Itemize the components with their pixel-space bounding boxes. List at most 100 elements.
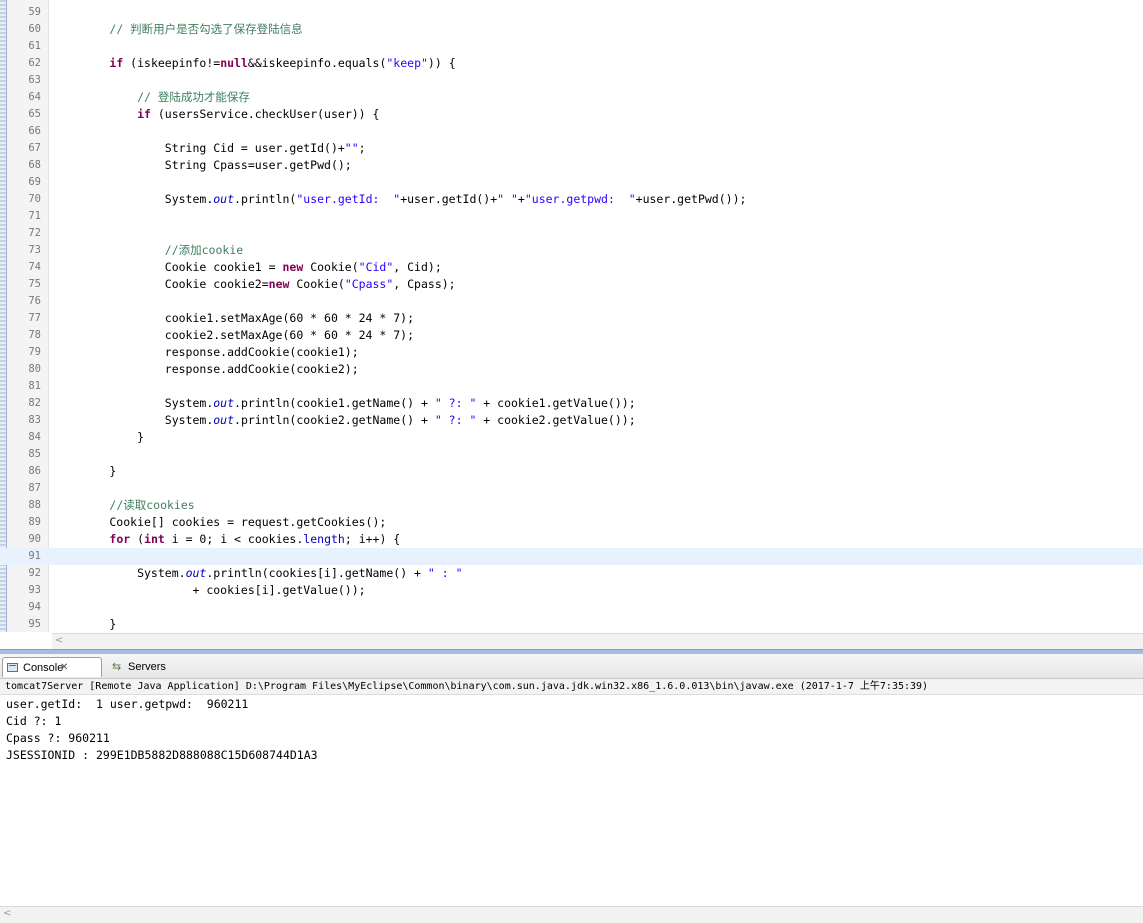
code-token: System. — [54, 192, 214, 206]
code-token-kw: if — [137, 107, 151, 121]
code-token-str: " : " — [427, 566, 463, 580]
code-text: Cookie cookie1 = new Cookie("Cid", Cid); — [54, 259, 442, 276]
code-line[interactable]: 80 response.addCookie(cookie2); — [0, 361, 1143, 378]
code-line[interactable]: 71 — [0, 208, 1143, 225]
code-token-kw: new — [268, 277, 290, 291]
code-text: //添加cookie — [54, 242, 243, 259]
code-line[interactable]: 90 for (int i = 0; i < cookies.length; i… — [0, 531, 1143, 548]
code-line[interactable]: 73 //添加cookie — [0, 242, 1143, 259]
code-line[interactable]: 78 cookie2.setMaxAge(60 * 60 * 24 * 7); — [0, 327, 1143, 344]
line-number: 79 — [28, 346, 41, 358]
close-icon[interactable]: ✕ — [60, 658, 68, 678]
code-line[interactable]: 62 if (iskeepinfo!=null&&iskeepinfo.equa… — [0, 55, 1143, 72]
line-number: 78 — [28, 329, 41, 341]
code-token: ; — [358, 141, 366, 155]
tab-servers[interactable]: ⇆ Servers — [108, 657, 174, 677]
code-token: String Cid = user.getId()+ — [54, 141, 345, 155]
code-token: , Cpass); — [393, 277, 456, 291]
code-token: Cookie( — [303, 260, 359, 274]
code-text: + cookies[i].getValue()); — [54, 582, 365, 599]
code-line[interactable]: 84 } — [0, 429, 1143, 446]
code-text: String Cid = user.getId()+""; — [54, 140, 366, 157]
code-text: } — [54, 429, 144, 446]
code-line[interactable]: 76 — [0, 293, 1143, 310]
code-line-current[interactable]: 91 — [0, 548, 1143, 565]
code-token: } — [54, 464, 117, 478]
line-number: 64 — [28, 91, 41, 103]
code-text: // 判断用户是否勾选了保存登陆信息 — [54, 21, 302, 38]
code-token-str: "Cid" — [358, 260, 394, 274]
code-line[interactable]: 66 — [0, 123, 1143, 140]
line-number: 92 — [28, 567, 41, 579]
scroll-left-arrow-icon[interactable]: < — [3, 908, 11, 919]
code-line[interactable]: 63 — [0, 72, 1143, 89]
tab-console[interactable]: Console ✕ — [2, 657, 102, 677]
line-number: 87 — [28, 482, 41, 494]
code-editor[interactable]: 59 60 // 判断用户是否勾选了保存登陆信息 61 62 if (iskeepin… — [0, 0, 1143, 632]
code-line[interactable]: 65 if (usersService.checkUser(user)) { — [0, 106, 1143, 123]
code-line[interactable]: 93 + cookies[i].getValue()); — [0, 582, 1143, 599]
code-token-st: out — [213, 396, 235, 410]
code-line[interactable]: 89 Cookie[] cookies = request.getCookies… — [0, 514, 1143, 531]
console-horizontal-scrollbar[interactable]: < — [0, 906, 1143, 923]
scroll-left-arrow-icon[interactable]: < — [55, 635, 63, 646]
code-token: + cookie2.getValue()); — [476, 413, 636, 427]
console-output[interactable]: user.getId: 1 user.getpwd: 960211 Cid ?: … — [0, 696, 1143, 904]
tab-servers-label: Servers — [128, 661, 166, 673]
code-token-fld: length — [303, 532, 345, 546]
line-number: 77 — [28, 312, 41, 324]
line-number: 59 — [28, 6, 41, 18]
editor-horizontal-scrollbar[interactable]: < — [52, 633, 1143, 650]
code-token-st: out — [213, 192, 235, 206]
line-number: 84 — [28, 431, 41, 443]
code-token-str: "Cpass" — [344, 277, 394, 291]
code-line[interactable]: 94 — [0, 599, 1143, 616]
code-line[interactable]: 75 Cookie cookie2=new Cookie("Cpass", Cp… — [0, 276, 1143, 293]
code-line[interactable]: 87 — [0, 480, 1143, 497]
code-text: System.out.println("user.getId: "+user.g… — [54, 191, 747, 208]
code-line[interactable]: 70 System.out.println("user.getId: "+use… — [0, 191, 1143, 208]
code-line[interactable]: 59 — [0, 4, 1143, 21]
code-line[interactable]: 68 String Cpass=user.getPwd(); — [0, 157, 1143, 174]
line-number: 82 — [28, 397, 41, 409]
code-line[interactable]: 74 Cookie cookie1 = new Cookie("Cid", Ci… — [0, 259, 1143, 276]
code-token: + — [517, 192, 525, 206]
code-line[interactable]: 95 } — [0, 616, 1143, 632]
code-token: (usersService.checkUser(user)) { — [150, 107, 380, 121]
code-token-kw: for — [109, 532, 131, 546]
code-line[interactable]: 77 cookie1.setMaxAge(60 * 60 * 24 * 7); — [0, 310, 1143, 327]
code-line[interactable]: 83 System.out.println(cookie2.getName() … — [0, 412, 1143, 429]
code-line[interactable]: 60 // 判断用户是否勾选了保存登陆信息 — [0, 21, 1143, 38]
code-token: .println(cookie1.getName() + — [234, 396, 435, 410]
code-line[interactable]: 72 — [0, 225, 1143, 242]
line-number: 71 — [28, 210, 41, 222]
code-line[interactable]: 79 response.addCookie(cookie1); — [0, 344, 1143, 361]
code-text: String Cpass=user.getPwd(); — [54, 157, 352, 174]
code-token: Cookie cookie1 = — [54, 260, 283, 274]
code-line[interactable]: 69 — [0, 174, 1143, 191]
code-text: if (iskeepinfo!=null&&iskeepinfo.equals(… — [54, 55, 455, 72]
code-line[interactable]: 64 // 登陆成功才能保存 — [0, 89, 1143, 106]
code-token-cm: //读取cookies — [109, 498, 195, 512]
code-line[interactable]: 92 System.out.println(cookies[i].getName… — [0, 565, 1143, 582]
line-number: 93 — [28, 584, 41, 596]
code-line[interactable]: 88 //读取cookies — [0, 497, 1143, 514]
code-token: +user.getPwd()); — [635, 192, 747, 206]
code-text: // 登陆成功才能保存 — [54, 89, 250, 106]
code-line[interactable]: 81 — [0, 378, 1143, 395]
view-tab-bar: Console ✕ ⇆ Servers — [0, 654, 1143, 679]
code-token-st: out — [185, 566, 207, 580]
code-token-str: "" — [344, 141, 359, 155]
code-text: } — [54, 616, 116, 632]
line-number: 86 — [28, 465, 41, 477]
code-line[interactable]: 67 String Cid = user.getId()+""; — [0, 140, 1143, 157]
code-line[interactable]: 85 — [0, 446, 1143, 463]
code-line[interactable]: 86 } — [0, 463, 1143, 480]
code-token: cookie2.setMaxAge(60 * 60 * 24 * 7); — [54, 328, 415, 342]
line-number: 63 — [28, 74, 41, 86]
code-line[interactable]: 82 System.out.println(cookie1.getName() … — [0, 395, 1143, 412]
code-text: cookie1.setMaxAge(60 * 60 * 24 * 7); — [54, 310, 414, 327]
code-line[interactable]: 61 — [0, 38, 1143, 55]
